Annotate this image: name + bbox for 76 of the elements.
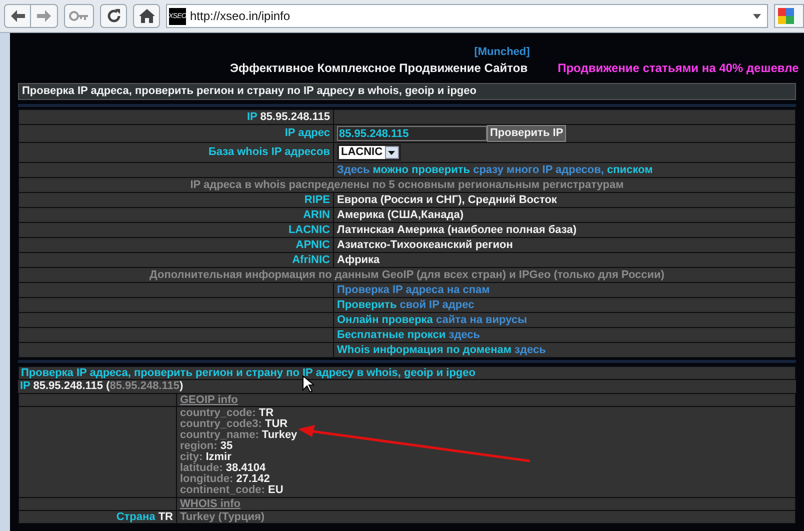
database-select[interactable]: LACNIC (337, 144, 401, 161)
field-value: Turkey (262, 429, 298, 441)
field-key: country_name: (180, 429, 259, 441)
back-arrow-icon (10, 10, 24, 22)
country-value: Turkey (Турция) (180, 510, 265, 522)
field-value: TUR (264, 418, 288, 430)
link[interactable]: Страна (116, 510, 156, 522)
link[interactable]: Бесплатные прокси (337, 328, 446, 340)
link[interactable]: LACNIC (288, 224, 330, 236)
field-value: Izmir (206, 451, 232, 463)
field-value: 27.142 (236, 473, 270, 485)
back-button[interactable] (4, 4, 31, 28)
home-button[interactable] (133, 4, 160, 28)
link[interactable]: IP адрес (284, 127, 330, 139)
text: ( (106, 380, 110, 392)
link[interactable]: APNIC (296, 238, 330, 250)
caret-icon (388, 150, 396, 154)
field-value: 35 (220, 440, 233, 452)
text: ) (180, 380, 184, 392)
promo-link[interactable]: Продвижение статьями на 40% дешевле (558, 62, 799, 75)
link[interactable]: RIPE (304, 194, 330, 206)
key-button[interactable] (64, 4, 94, 28)
text: 85.95.248.115 (110, 380, 180, 392)
link[interactable]: Whois информация по доменам (337, 344, 512, 356)
field-value: TR (258, 407, 274, 419)
geoip-heading-link[interactable]: GEOIP info (180, 394, 238, 406)
field-value: 38.4104 (226, 462, 266, 474)
dropdown-icon (753, 14, 761, 18)
text: Африка (337, 254, 380, 266)
text: Латинская Америка (наиболее полная база) (337, 224, 577, 236)
link[interactable]: Здесь (337, 164, 370, 176)
field-key: country_code: (180, 407, 256, 419)
link[interactable]: Проверить (337, 298, 397, 310)
field-key: continent_code: (180, 484, 265, 496)
url-text: http://xseo.in/ipinfo (190, 10, 292, 22)
field-value: EU (268, 484, 284, 496)
text: TR (158, 510, 173, 522)
munched-link[interactable]: [Munched] (474, 46, 530, 59)
link[interactable]: здесь (514, 344, 546, 356)
whois-heading-link[interactable]: WHOIS info (180, 498, 240, 510)
key-icon (69, 11, 89, 21)
site-headline: Эффективное Комплексное Продвижение Сайтов (230, 62, 528, 75)
section-header: Проверка IP адреса, проверить регион и страну по IP адресу в whois, geoip и ipgeo (18, 83, 796, 100)
link[interactable]: Онлайн проверка (337, 314, 433, 326)
link[interactable]: свой IP адрес (400, 298, 474, 310)
text: 85.95.248.115 (260, 110, 330, 122)
text: 85.95.248.115 (33, 380, 104, 392)
field-key: region: (180, 440, 218, 452)
forward-arrow-icon (37, 10, 51, 22)
info-note: IP адреса в whois распределены по 5 основным региональным регистратурам (190, 178, 624, 190)
link[interactable]: IP (20, 380, 30, 392)
link[interactable]: сайта на вирусы (436, 314, 527, 326)
link[interactable]: можно проверить (372, 164, 470, 176)
field-key: longitude: (180, 473, 234, 485)
reload-icon (106, 8, 122, 24)
text: Америка (США,Канада) (337, 208, 464, 220)
check-ip-button[interactable]: Проверить IP (487, 125, 566, 142)
field-key: city: (180, 451, 203, 463)
link[interactable]: ARIN (303, 208, 330, 220)
search-engine-button[interactable] (774, 4, 804, 28)
link[interactable]: сразу много IP адресов, (473, 164, 604, 176)
field-key: latitude: (180, 462, 223, 474)
link[interactable]: здесь (448, 328, 480, 340)
link[interactable]: IP (246, 110, 258, 122)
section-header: Проверка IP адреса, проверить регион и страну по IP адресу в whois, geoip и ipgeo (18, 366, 796, 380)
mouse-cursor-icon (302, 375, 314, 393)
text: Азиатско-Тихоокеанский регион (337, 238, 513, 250)
reload-button[interactable] (100, 4, 127, 28)
link[interactable]: AfriNIC (292, 254, 330, 266)
field-key: country_code3: (180, 418, 262, 430)
link[interactable]: списком (607, 164, 653, 176)
info-note: Дополнительная информация по данным GeoIP (для всех стран) и IPGeo (только для России) (150, 268, 664, 280)
ip-input-field[interactable]: 85.95.248.115 (337, 126, 487, 141)
text: Европа (Россия и СНГ), Средний Восток (337, 194, 557, 206)
multicolor-logo-icon (778, 8, 794, 24)
home-icon (138, 9, 154, 23)
